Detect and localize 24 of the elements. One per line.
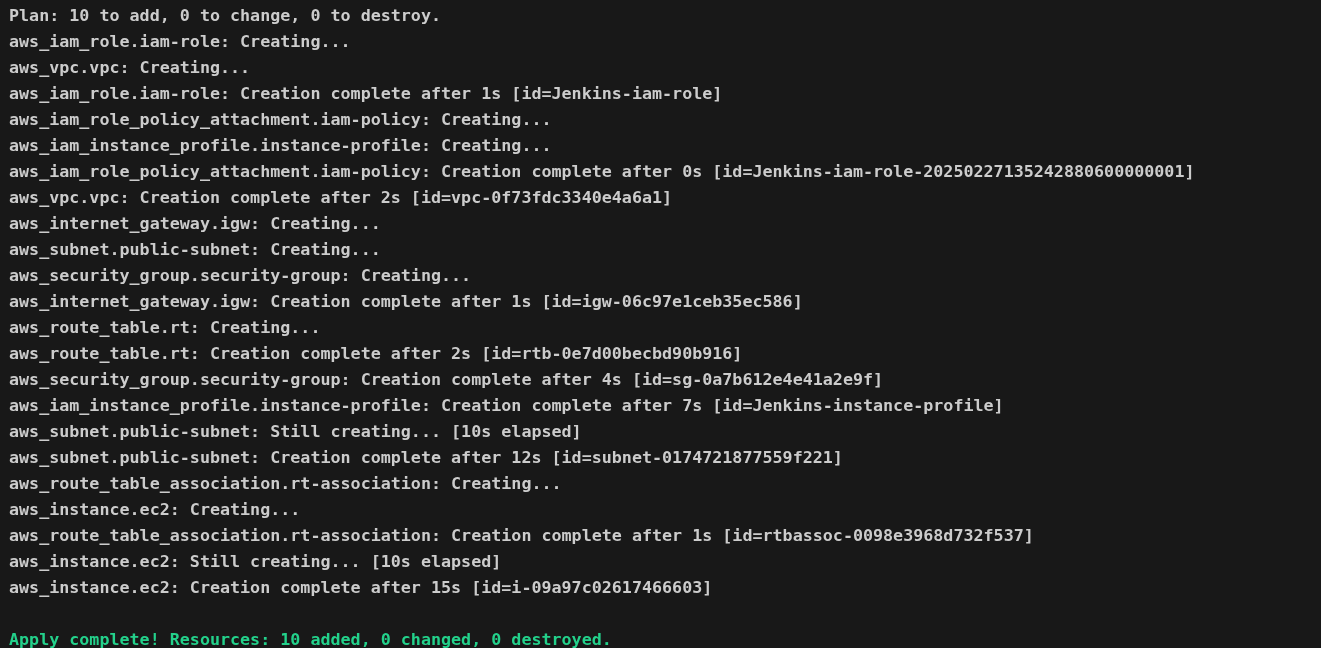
terminal-output-line: aws_internet_gateway.igw: Creating... <box>9 213 381 233</box>
success-message: Apply complete! Resources: 10 added, 0 changed, 0 destroyed. <box>9 629 612 648</box>
terminal-output-line: aws_subnet.public-subnet: Creation complete after 12s [id=subnet-0174721877559f221] <box>9 447 843 467</box>
terminal-output-line: aws_internet_gateway.igw: Creation complete after 1s [id=igw-06c97e1ceb35ec586] <box>9 291 803 311</box>
terminal-output-line: aws_vpc.vpc: Creation complete after 2s [id=vpc-0f73fdc3340e4a6a1] <box>9 187 673 207</box>
terminal-output-line: aws_security_group.security-group: Creation complete after 4s [id=sg-0a7b612e4e41a2e9f] <box>9 369 884 389</box>
terminal-output-line: aws_route_table.rt: Creating... <box>9 317 321 337</box>
terminal-output-line: aws_route_table_association.rt-association: Creation complete after 1s [id=rtbassoc-0098e3968d732f537] <box>9 525 1034 545</box>
terminal-output-line: aws_security_group.security-group: Creating... <box>9 265 472 285</box>
terminal-output-line: aws_iam_role.iam-role: Creating... <box>9 31 351 51</box>
terminal-output-line: aws_iam_role_policy_attachment.iam-policy: Creation complete after 0s [id=Jenkins-iam-role-20250227135242880600000001] <box>9 161 1195 181</box>
terminal-output-line: aws_iam_role.iam-role: Creation complete after 1s [id=Jenkins-iam-role] <box>9 83 723 103</box>
terminal-output-line: aws_iam_instance_profile.instance-profile: Creating... <box>9 135 552 155</box>
terminal-output-line: aws_instance.ec2: Creating... <box>9 499 301 519</box>
terminal-output-line: aws_iam_instance_profile.instance-profile: Creation complete after 7s [id=Jenkins-instance-profile] <box>9 395 1004 415</box>
terminal-output-line: aws_iam_role_policy_attachment.iam-policy: Creating... <box>9 109 552 129</box>
terminal-output-line: aws_route_table.rt: Creation complete after 2s [id=rtb-0e7d00becbd90b916] <box>9 343 743 363</box>
terminal-output-line: aws_route_table_association.rt-association: Creating... <box>9 473 562 493</box>
terminal-output-line: Plan: 10 to add, 0 to change, 0 to destroy. <box>9 5 441 25</box>
terminal-output-line: aws_vpc.vpc: Creating... <box>9 57 251 77</box>
terminal-output-line: aws_instance.ec2: Creation complete after 15s [id=i-09a97c02617466603] <box>9 577 713 597</box>
terminal-output-line: aws_subnet.public-subnet: Creating... <box>9 239 381 259</box>
terminal-output-line: aws_instance.ec2: Still creating... [10s elapsed] <box>9 551 502 571</box>
terminal-output-line: aws_subnet.public-subnet: Still creating... [10s elapsed] <box>9 421 582 441</box>
